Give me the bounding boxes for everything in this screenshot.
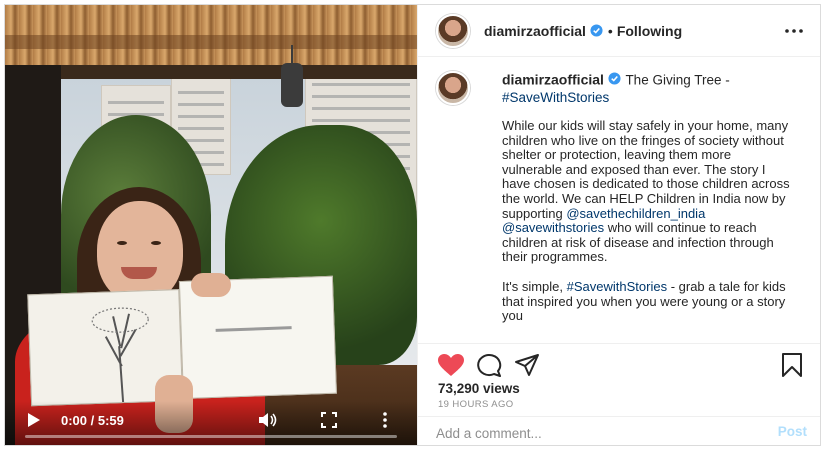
more-horizontal-icon[interactable] <box>783 21 805 41</box>
verified-icon <box>608 71 622 85</box>
more-vertical-icon[interactable] <box>379 411 391 429</box>
heart-icon[interactable] <box>436 352 466 378</box>
header-username[interactable]: diamirzaofficial <box>484 23 586 39</box>
hashtag-link[interactable]: #SavewithStories <box>567 279 667 294</box>
volume-icon[interactable] <box>257 411 279 429</box>
instagram-post-modal: 0:00 / 5:59 diamirzaofficial • Following <box>4 4 821 446</box>
share-icon[interactable] <box>512 352 542 378</box>
video-progress-bar[interactable] <box>25 435 397 438</box>
post-timestamp[interactable]: 19 HOURS AGO <box>438 399 514 410</box>
video-time: 0:00 / 5:59 <box>61 412 124 428</box>
post-actions: 73,290 views 19 HOURS AGO Post <box>418 343 820 445</box>
comment-bar: Post <box>418 416 820 445</box>
video-controls: 0:00 / 5:59 <box>5 401 417 445</box>
caption-paragraph: It's simple, <box>502 278 563 294</box>
separator-dot: • <box>607 22 613 39</box>
post-details-panel: diamirzaofficial • Following diamirzaoff… <box>417 5 820 445</box>
tree-illustration <box>91 307 149 403</box>
post-video[interactable]: 0:00 / 5:59 <box>5 5 417 445</box>
comment-input[interactable] <box>436 423 736 443</box>
comment-icon[interactable] <box>474 352 504 378</box>
avatar[interactable] <box>436 13 470 48</box>
following-button[interactable]: Following <box>617 23 682 39</box>
verified-icon <box>590 24 604 38</box>
mention-link[interactable]: @savethechildren_india <box>566 206 705 221</box>
hanging-lamp <box>281 63 303 107</box>
caption-username[interactable]: diamirzaofficial <box>502 72 604 88</box>
bookmark-icon[interactable] <box>777 352 807 378</box>
view-count[interactable]: 73,290 views <box>438 381 520 396</box>
caption-title: The Giving Tree - <box>625 72 730 88</box>
hand <box>191 273 231 297</box>
fullscreen-icon[interactable] <box>319 411 339 429</box>
hashtag-link[interactable]: #SaveWithStories <box>502 90 609 105</box>
post-header: diamirzaofficial • Following <box>418 5 820 57</box>
play-icon[interactable] <box>25 411 43 429</box>
mention-link[interactable]: @savewithstories <box>502 220 604 235</box>
avatar[interactable] <box>436 71 470 105</box>
caption-header: diamirzaofficial The Giving Tree - #Save… <box>502 71 802 106</box>
post-comment-button[interactable]: Post <box>778 424 807 439</box>
caption-section: diamirzaofficial The Giving Tree - #Save… <box>418 57 820 343</box>
caption-text: While our kids will stay safely in your … <box>502 118 792 339</box>
window-frame <box>5 65 417 79</box>
